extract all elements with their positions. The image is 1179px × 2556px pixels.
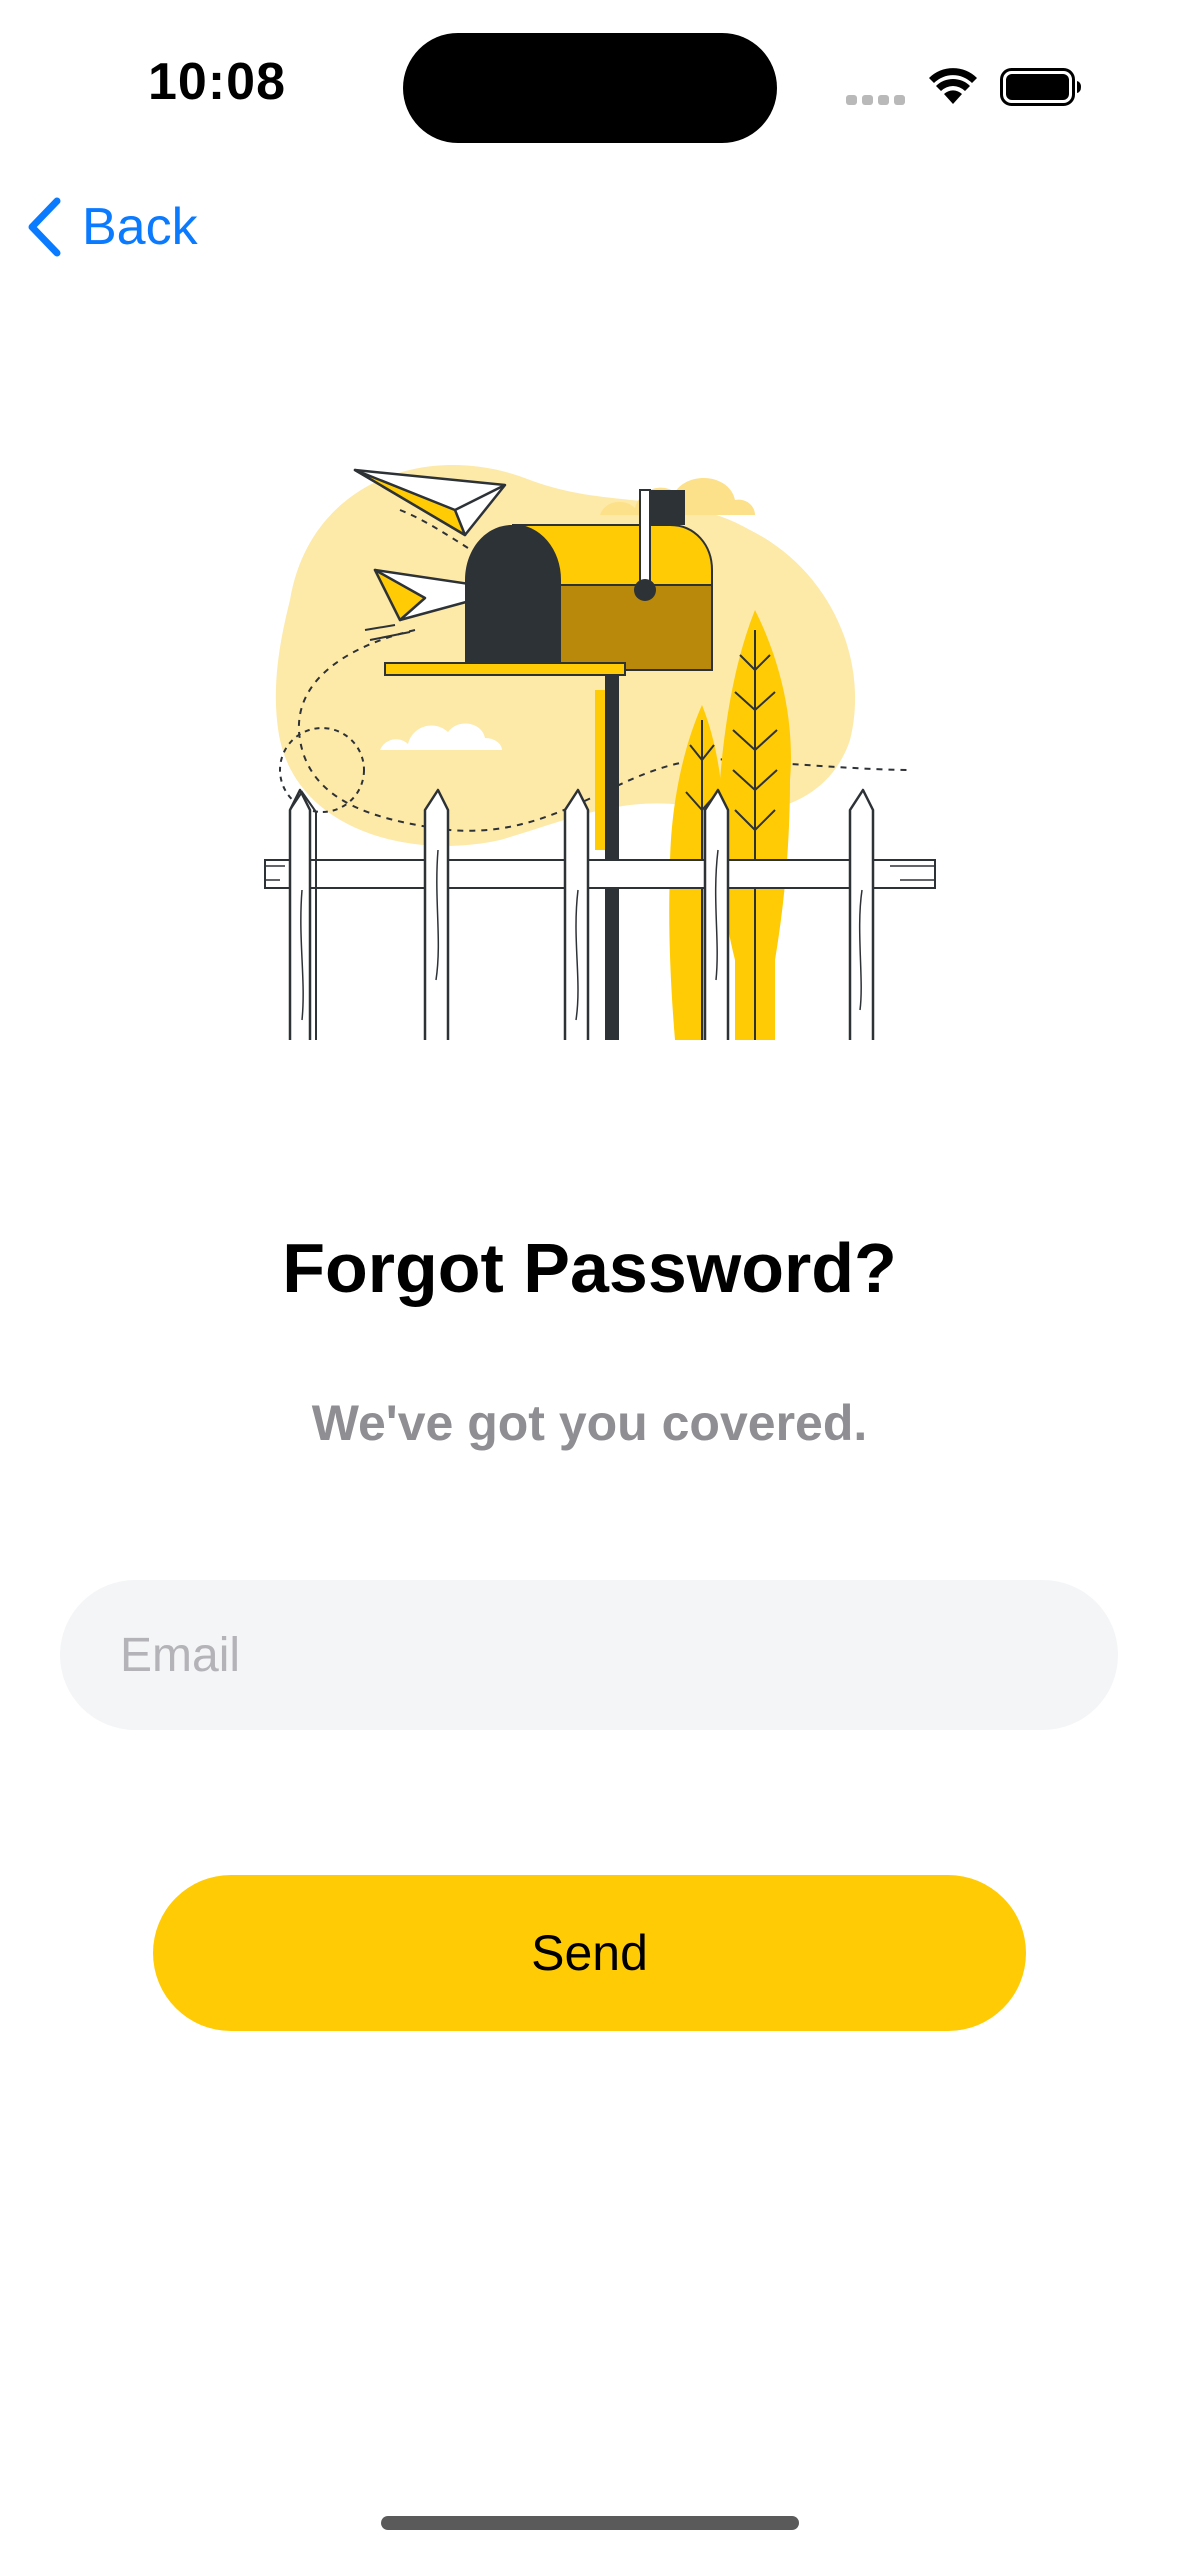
status-bar: 10:08 xyxy=(0,0,1179,170)
status-time: 10:08 xyxy=(148,53,286,111)
email-field[interactable] xyxy=(60,1580,1118,1730)
cellular-signal-icon xyxy=(846,95,906,105)
chevron-left-icon xyxy=(28,197,61,257)
mailbox-illustration xyxy=(264,465,936,1040)
wifi-icon xyxy=(929,68,977,104)
dynamic-island xyxy=(403,33,777,143)
page-title: Forgot Password? xyxy=(282,1229,897,1307)
home-indicator[interactable] xyxy=(381,2516,799,2530)
back-label: Back xyxy=(82,198,198,256)
send-button[interactable]: Send xyxy=(153,1875,1026,2031)
back-button[interactable]: Back xyxy=(24,192,198,262)
battery-icon xyxy=(1000,68,1081,106)
page-subtitle: We've got you covered. xyxy=(311,1395,868,1451)
